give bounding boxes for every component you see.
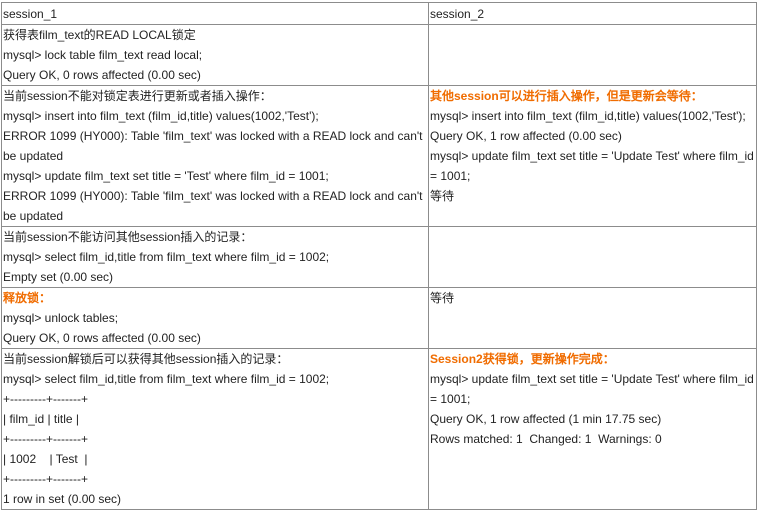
cell-line: mysql> update film_text set title = 'Upd… bbox=[430, 372, 754, 406]
step-heading: Session2获得锁，更新操作完成： bbox=[430, 352, 615, 366]
cell-line: +---------+-------+ bbox=[3, 392, 88, 406]
cell-line: Rows matched: 1 Changed: 1 Warnings: 0 bbox=[430, 432, 662, 446]
table-row: 当前session不能对锁定表进行更新或者插入操作： mysql> insert … bbox=[1, 85, 757, 227]
step-heading: 释放锁： bbox=[3, 291, 52, 305]
cell-line: 当前session解锁后可以获得其他session插入的记录： bbox=[3, 352, 289, 366]
session-lock-table: session_1 session_2 获得表film_text的READ LO… bbox=[1, 2, 757, 510]
cell-line: mysql> lock table film_text read local; bbox=[3, 48, 203, 62]
cell-line: 当前session不能对锁定表进行更新或者插入操作： bbox=[3, 89, 272, 103]
cell-line: mysql> select film_id,title from film_te… bbox=[3, 372, 330, 386]
session-1-cell: 获得表film_text的READ LOCAL锁定 mysql> lock tab… bbox=[1, 24, 429, 86]
cell-line: | film_id | title | bbox=[3, 412, 80, 426]
cell-line: Empty set (0.00 sec) bbox=[3, 270, 114, 284]
session-1-cell: 释放锁： mysql> unlock tables; Query OK, 0 row… bbox=[1, 287, 429, 349]
cell-line: mysql> update film_text set title = 'Upd… bbox=[430, 149, 754, 183]
cell-line: mysql> insert into film_text (film_id,ti… bbox=[3, 109, 319, 123]
cell-line: 等待 bbox=[430, 291, 455, 305]
header-row: session_1 session_2 bbox=[1, 2, 757, 25]
table-row: 当前session不能访问其他session插入的记录： mysql> selec… bbox=[1, 226, 757, 288]
header-session-1: session_1 bbox=[1, 2, 429, 25]
header-session-2: session_2 bbox=[428, 2, 757, 25]
cell-line: 获得表film_text的READ LOCAL锁定 bbox=[3, 28, 196, 42]
session-2-cell bbox=[428, 226, 757, 288]
cell-line: mysql> update film_text set title = 'Tes… bbox=[3, 169, 329, 183]
cell-line: mysql> select film_id,title from film_te… bbox=[3, 250, 330, 264]
cell-line: Query OK, 1 row affected (0.00 sec) bbox=[430, 129, 622, 143]
session-2-cell bbox=[428, 24, 757, 86]
cell-line: ERROR 1099 (HY000): Table 'film_text' wa… bbox=[3, 129, 426, 163]
cell-line: mysql> insert into film_text (film_id,ti… bbox=[430, 109, 746, 123]
session-2-cell: 其他session可以进行插入操作，但是更新会等待： mysql> insert … bbox=[428, 85, 757, 227]
cell-line: +---------+-------+ bbox=[3, 432, 88, 446]
cell-line: +---------+-------+ bbox=[3, 472, 88, 486]
cell-line: ERROR 1099 (HY000): Table 'film_text' wa… bbox=[3, 189, 426, 223]
table-row: 释放锁： mysql> unlock tables; Query OK, 0 row… bbox=[1, 287, 757, 349]
cell-line: Query OK, 0 rows affected (0.00 sec) bbox=[3, 68, 201, 82]
cell-line: mysql> unlock tables; bbox=[3, 311, 119, 325]
cell-line: | 1002 | Test | bbox=[3, 452, 88, 466]
cell-line: Query OK, 0 rows affected (0.00 sec) bbox=[3, 331, 201, 345]
cell-line: 1 row in set (0.00 sec) bbox=[3, 492, 122, 506]
cell-line: Query OK, 1 row affected (1 min 17.75 se… bbox=[430, 412, 662, 426]
session-lock-table-body: session_1 session_2 获得表film_text的READ LO… bbox=[1, 2, 757, 510]
session-1-cell: 当前session解锁后可以获得其他session插入的记录： mysql> se… bbox=[1, 348, 429, 510]
session-2-cell: Session2获得锁，更新操作完成： mysql> update film_te… bbox=[428, 348, 757, 510]
cell-line: 当前session不能访问其他session插入的记录： bbox=[3, 230, 253, 244]
session-1-cell: 当前session不能对锁定表进行更新或者插入操作： mysql> insert … bbox=[1, 85, 429, 227]
step-heading: 其他session可以进行插入操作，但是更新会等待： bbox=[430, 89, 703, 103]
session-2-cell: 等待 bbox=[428, 287, 757, 349]
session-1-cell: 当前session不能访问其他session插入的记录： mysql> selec… bbox=[1, 226, 429, 288]
table-row: 当前session解锁后可以获得其他session插入的记录： mysql> se… bbox=[1, 348, 757, 510]
table-row: 获得表film_text的READ LOCAL锁定 mysql> lock tab… bbox=[1, 24, 757, 86]
cell-line: 等待 bbox=[430, 189, 455, 203]
